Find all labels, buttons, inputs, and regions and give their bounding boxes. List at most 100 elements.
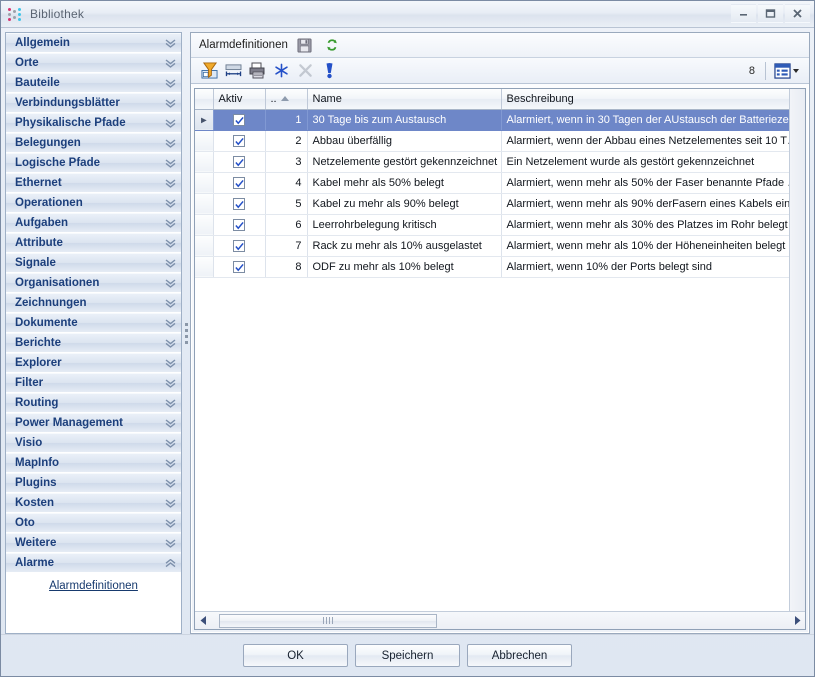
grid-horizontal-scrollbar[interactable] <box>195 611 805 629</box>
grid-vertical-scrollbar[interactable] <box>789 89 805 611</box>
table-row[interactable]: 5 Kabel zu mehr als 90% belegt Alarmiert, … <box>195 193 789 215</box>
save-icon[interactable] <box>295 35 315 55</box>
table-row[interactable]: 3 Netzelemente gestört gekennzeichnet Ein … <box>195 151 789 173</box>
sidebar-subitem-alarmdefinitionen[interactable]: Alarmdefinitionen <box>49 580 138 592</box>
table-row[interactable]: 2 Abbau überfällig Alarmiert, wenn der Abb… <box>195 130 789 152</box>
row-indicator[interactable] <box>195 214 214 236</box>
table-row[interactable]: 6 Leerrohrbelegung kritisch Alarmiert, wen… <box>195 214 789 236</box>
sidebar-item-zeichnungen[interactable]: Zeichnungen <box>6 293 181 313</box>
scrollbar-track[interactable] <box>211 613 789 629</box>
row-indicator[interactable] <box>195 130 214 152</box>
sidebar-item-mapinfo[interactable]: MapInfo <box>6 453 181 473</box>
row-checkbox[interactable] <box>233 239 245 252</box>
sidebar-item-plugins[interactable]: Plugins <box>6 473 181 493</box>
sidebar-item-organisationen[interactable]: Organisationen <box>6 273 181 293</box>
cell-beschreibung: Alarmiert, wenn mehr als 10% der Höhenei… <box>501 235 789 257</box>
row-indicator[interactable] <box>195 151 214 173</box>
cell-beschreibung: Alarmiert, wenn mehr als 90% derFasern e… <box>501 193 789 215</box>
cell-name: Leerrohrbelegung kritisch <box>307 214 502 236</box>
scroll-left-arrow-icon[interactable] <box>196 613 211 629</box>
cell-aktiv[interactable] <box>213 109 266 131</box>
sidebar-item-orte[interactable]: Orte <box>6 53 181 73</box>
column-header-name[interactable]: Name <box>307 89 502 110</box>
grid-header: Aktiv .. Name Beschreibung <box>195 89 789 110</box>
sidebar-item-physikalische-pfade[interactable]: Physikalische Pfade <box>6 113 181 133</box>
grid-view-icon[interactable] <box>770 61 803 81</box>
ok-button[interactable]: OK <box>243 644 348 667</box>
sidebar-item-kosten[interactable]: Kosten <box>6 493 181 513</box>
sidebar-item-weitere[interactable]: Weitere <box>6 533 181 553</box>
sidebar-item-berichte[interactable]: Berichte <box>6 333 181 353</box>
row-indicator[interactable] <box>195 256 214 278</box>
table-row[interactable]: 7 Rack zu mehr als 10% ausgelastet Alarmie… <box>195 235 789 257</box>
sidebar-item-belegungen[interactable]: Belegungen <box>6 133 181 153</box>
row-checkbox[interactable] <box>233 197 245 210</box>
sidebar-item-label: Explorer <box>15 357 62 369</box>
sidebar-subitem-container: Alarmdefinitionen <box>6 573 181 600</box>
sidebar-item-bauteile[interactable]: Bauteile <box>6 73 181 93</box>
cell-aktiv[interactable] <box>213 214 266 236</box>
print-icon[interactable] <box>245 60 269 82</box>
sidebar-item-oto[interactable]: Oto <box>6 513 181 533</box>
row-indicator[interactable]: ▸ <box>195 109 214 131</box>
cell-aktiv[interactable] <box>213 151 266 173</box>
column-width-icon[interactable] <box>221 60 245 82</box>
cell-aktiv[interactable] <box>213 193 266 215</box>
cell-aktiv[interactable] <box>213 172 266 194</box>
row-indicator[interactable] <box>195 172 214 194</box>
sidebar-item-filter[interactable]: Filter <box>6 373 181 393</box>
scrollbar-thumb[interactable] <box>219 613 437 628</box>
sidebar-item-routing[interactable]: Routing <box>6 393 181 413</box>
row-checkbox[interactable] <box>233 176 245 189</box>
window-title: Bibliothek <box>30 7 85 21</box>
cell-name: 30 Tage bis zum Austausch <box>307 109 502 131</box>
row-indicator[interactable] <box>195 193 214 215</box>
row-checkbox[interactable] <box>233 260 245 273</box>
column-header-aktiv[interactable]: Aktiv <box>213 89 266 110</box>
table-row[interactable]: ▸ 1 30 Tage bis zum Austausch Alarmiert, we… <box>195 109 789 131</box>
sidebar-item-logische-pfade[interactable]: Logische Pfade <box>6 153 181 173</box>
table-row[interactable]: 4 Kabel mehr als 50% belegt Alarmiert, wen… <box>195 172 789 194</box>
snowflake-icon[interactable] <box>269 60 293 82</box>
row-checkbox[interactable] <box>233 155 245 168</box>
column-header-number[interactable]: .. <box>265 89 308 110</box>
cell-number: 2 <box>265 130 308 152</box>
cell-number: 8 <box>265 256 308 278</box>
sidebar-item-label: Signale <box>15 257 56 269</box>
row-checkbox[interactable] <box>233 218 245 231</box>
filter-icon[interactable] <box>197 60 221 82</box>
column-header-beschreibung[interactable]: Beschreibung <box>501 89 789 110</box>
chevron-down-icon <box>164 538 176 548</box>
sidebar-item-ethernet[interactable]: Ethernet <box>6 173 181 193</box>
cell-beschreibung: Alarmiert, wenn mehr als 30% des Platzes… <box>501 214 789 236</box>
cancel-button[interactable]: Abbrechen <box>467 644 572 667</box>
alert-icon[interactable] <box>317 60 341 82</box>
sidebar-item-attribute[interactable]: Attribute <box>6 233 181 253</box>
cell-name: ODF zu mehr als 10% belegt <box>307 256 502 278</box>
sidebar-item-explorer[interactable]: Explorer <box>6 353 181 373</box>
sidebar-item-signale[interactable]: Signale <box>6 253 181 273</box>
sidebar-item-alarme[interactable]: Alarme <box>6 553 181 573</box>
close-button[interactable] <box>785 4 810 23</box>
column-header-indicator <box>195 89 214 110</box>
sidebar-item-power-management[interactable]: Power Management <box>6 413 181 433</box>
save-button[interactable]: Speichern <box>355 644 460 667</box>
sidebar-item-aufgaben[interactable]: Aufgaben <box>6 213 181 233</box>
refresh-icon[interactable] <box>322 35 342 55</box>
cell-aktiv[interactable] <box>213 256 266 278</box>
cell-aktiv[interactable] <box>213 130 266 152</box>
sidebar-item-operationen[interactable]: Operationen <box>6 193 181 213</box>
panel-splitter[interactable] <box>182 32 190 634</box>
row-indicator[interactable] <box>195 235 214 257</box>
sidebar-item-verbindungsbl-tter[interactable]: Verbindungsblätter <box>6 93 181 113</box>
row-checkbox[interactable] <box>233 134 245 147</box>
table-row[interactable]: 8 ODF zu mehr als 10% belegt Alarmiert, we… <box>195 256 789 278</box>
row-checkbox[interactable] <box>233 113 245 126</box>
sidebar-item-visio[interactable]: Visio <box>6 433 181 453</box>
scroll-right-arrow-icon[interactable] <box>789 613 804 629</box>
minimize-button[interactable] <box>731 4 756 23</box>
sidebar-item-dokumente[interactable]: Dokumente <box>6 313 181 333</box>
sidebar-item-allgemein[interactable]: Allgemein <box>6 33 181 53</box>
maximize-button[interactable] <box>758 4 783 23</box>
cell-aktiv[interactable] <box>213 235 266 257</box>
